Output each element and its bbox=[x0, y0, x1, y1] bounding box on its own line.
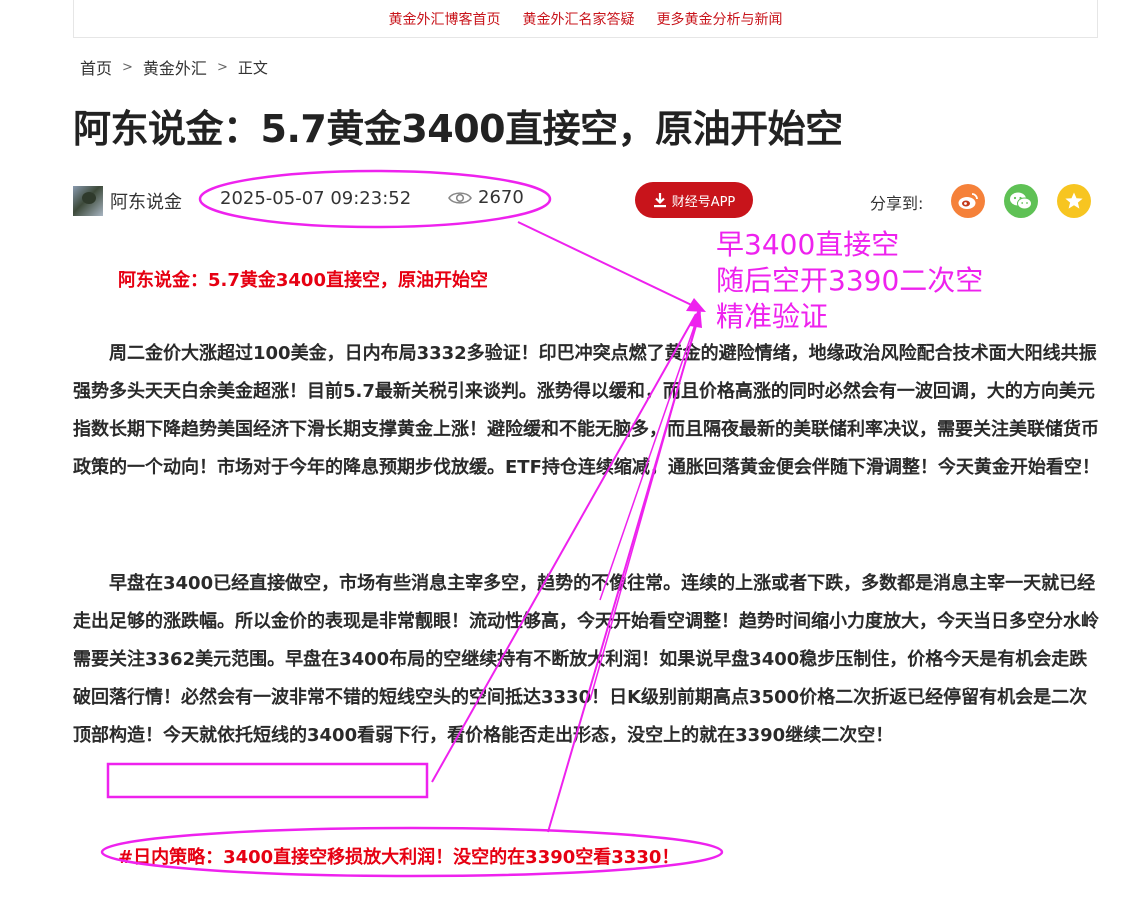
share-wechat-button[interactable] bbox=[1004, 184, 1038, 218]
weibo-icon bbox=[958, 193, 978, 209]
page-title: 阿东说金：5.7黄金3400直接空，原油开始空 bbox=[73, 107, 843, 151]
article-lead: 阿东说金：5.7黄金3400直接空，原油开始空 bbox=[118, 270, 488, 291]
breadcrumb-category[interactable]: 黄金外汇 bbox=[143, 55, 207, 79]
breadcrumb-separator: > bbox=[216, 59, 228, 75]
eye-icon bbox=[448, 191, 472, 204]
annotation-arrowhead-1 bbox=[686, 298, 706, 312]
annotation-callout: 早3400直接空 随后空开3390二次空 精准验证 bbox=[716, 227, 983, 335]
nav-link-blog-home[interactable]: 黄金外汇博客首页 bbox=[389, 9, 501, 29]
article-paragraph-1: 周二金价大涨超过100美金，日内布局3332多验证！印巴冲突点燃了黄金的避险情绪… bbox=[73, 343, 1100, 478]
nav-link-more-news[interactable]: 更多黄金分析与新闻 bbox=[657, 9, 783, 29]
view-count-value: 2670 bbox=[478, 187, 524, 208]
download-icon bbox=[653, 193, 666, 208]
breadcrumb-current: 正文 bbox=[237, 58, 268, 77]
breadcrumb-home[interactable]: 首页 bbox=[80, 55, 112, 79]
author-name[interactable]: 阿东说金 bbox=[110, 188, 182, 214]
annotation-line-2: 随后空开3390二次空 bbox=[716, 264, 984, 297]
qzone-star-icon bbox=[1065, 192, 1083, 209]
app-download-button[interactable]: 财经号APP bbox=[635, 182, 753, 218]
avatar[interactable] bbox=[73, 186, 103, 216]
article-paragraph-2: 早盘在3400已经直接做空，市场有些消息主宰多空，趋势的不像往常。连续的上涨或者… bbox=[73, 573, 1099, 746]
share-label: 分享到: bbox=[870, 194, 924, 213]
breadcrumb: 首页 > 黄金外汇 > 正文 bbox=[80, 55, 268, 79]
share-weibo-button[interactable] bbox=[951, 184, 985, 218]
article-strategy: #日内策略：3400直接空移损放大利润！没空的在3390空看3330！ bbox=[118, 847, 680, 868]
app-button-label: 财经号APP bbox=[671, 194, 736, 210]
share-qzone-button[interactable] bbox=[1057, 184, 1091, 218]
publish-datetime: 2025-05-07 09:23:52 bbox=[220, 188, 412, 209]
view-count: 2670 bbox=[448, 187, 524, 208]
annotation-arrowhead-2 bbox=[690, 306, 702, 328]
annotation-box-second-short bbox=[106, 762, 429, 799]
top-nav: 黄金外汇博客首页 黄金外汇名家答疑 更多黄金分析与新闻 bbox=[73, 0, 1098, 38]
annotation-arrow-line-1 bbox=[517, 221, 703, 311]
annotation-line-3: 精准验证 bbox=[716, 300, 829, 333]
annotation-line-1: 早3400直接空 bbox=[716, 228, 900, 261]
nav-link-expert-qa[interactable]: 黄金外汇名家答疑 bbox=[523, 9, 635, 29]
wechat-icon bbox=[1010, 192, 1032, 210]
breadcrumb-separator: > bbox=[122, 59, 133, 75]
